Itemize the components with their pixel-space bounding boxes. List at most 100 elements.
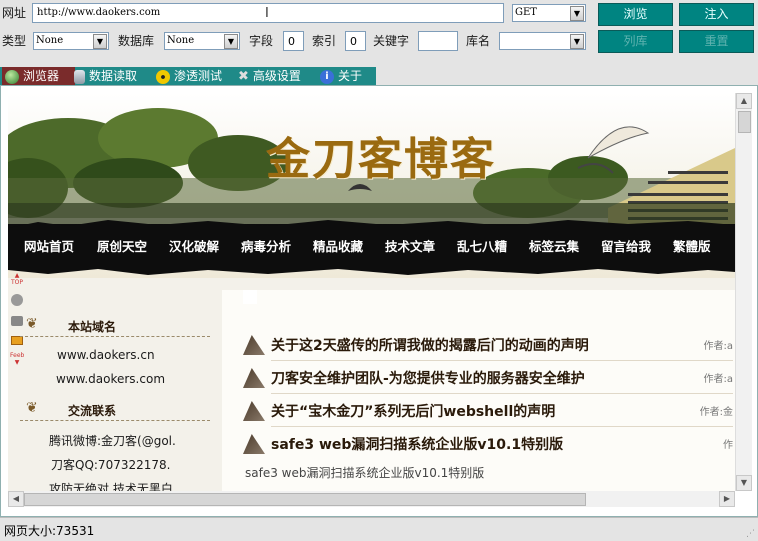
nav-home[interactable]: 网站首页 — [24, 236, 74, 255]
post-icon — [243, 434, 265, 454]
nav-virus[interactable]: 病毒分析 — [241, 236, 291, 255]
contact-title: 交流联系 — [68, 404, 117, 418]
domain-link-cn[interactable]: www.daokers.cn — [57, 348, 155, 362]
radiation-icon — [156, 69, 170, 84]
contact-weibo: 腾讯微博:金刀客(@gol. — [49, 434, 176, 448]
nav-original[interactable]: 原创天空 — [97, 236, 147, 255]
site-logo: 金刀客博客 — [266, 134, 496, 185]
contact-qq: 刀客QQ:707322178. — [51, 458, 171, 472]
index-label: 索引 — [312, 34, 337, 48]
lock-icon[interactable] — [11, 316, 23, 326]
post-title[interactable]: 关于“宝木金刀”系列无后门webshell的声明 — [271, 401, 555, 421]
tab-advanced[interactable]: ✖ 高级设置 — [238, 67, 301, 85]
chevron-down-icon: ▼ — [570, 6, 584, 21]
post-author: 作者:a — [703, 341, 734, 352]
tab-browser[interactable]: 浏览器 — [2, 67, 75, 85]
tab-bar: 浏览器 数据读取 渗透测试 ✖ 高级设置 i 关于 — [0, 67, 376, 85]
post-title[interactable]: 关于这2天盛传的所谓我做的揭露后门的动画的声明 — [271, 335, 589, 355]
keyword-input[interactable] — [418, 31, 458, 51]
horizontal-scrollbar[interactable]: ◀ ▶ — [8, 491, 735, 507]
tab-pentest[interactable]: 渗透测试 — [156, 67, 222, 85]
reset-button[interactable]: 重置 — [679, 30, 754, 53]
post-author: 作 — [723, 440, 733, 451]
tools-icon: ✖ — [238, 68, 249, 84]
field-input[interactable]: 0 — [283, 31, 304, 51]
db-select-value: None — [167, 35, 195, 46]
globe-icon — [5, 69, 19, 84]
post-item[interactable]: 关于“宝木金刀”系列无后门webshell的声明 作者:金 — [243, 399, 733, 427]
url-input-value: http://www.daokers.com — [37, 7, 161, 18]
nav-crack[interactable]: 汉化破解 — [169, 236, 219, 255]
chevron-down-icon: ▼ — [93, 34, 107, 49]
method-select-value: GET — [515, 7, 537, 18]
list-db-button[interactable]: 列库 — [598, 30, 673, 53]
url-input[interactable]: http://www.daokers.com I — [32, 3, 504, 23]
dbname-label: 库名 — [466, 34, 491, 48]
type-select[interactable]: None ▼ — [33, 32, 109, 50]
nav-misc[interactable]: 乱七八糟 — [457, 236, 507, 255]
ornament-icon: ❦ — [26, 316, 38, 332]
chevron-down-icon: ▼ — [224, 34, 238, 49]
divider — [271, 393, 733, 394]
tab-label: 渗透测试 — [174, 69, 223, 83]
scroll-down-icon[interactable]: ▼ — [736, 475, 752, 491]
divider — [271, 360, 733, 361]
post-item[interactable]: 刀客安全维护团队-为您提供专业的服务器安全维护 作者:a — [243, 366, 734, 394]
post-excerpt: safe3 web漏洞扫描系统企业版v10.1特别版 — [245, 466, 485, 480]
post-author: 作者:a — [703, 374, 734, 385]
url-label: 网址 — [2, 6, 27, 20]
feed-icon[interactable]: Feeb ▼ — [10, 352, 24, 366]
db-select[interactable]: None ▼ — [164, 32, 240, 50]
post-author: 作者:金 — [699, 407, 733, 418]
nav-traditional[interactable]: 繁體版 — [673, 236, 711, 255]
dbname-select[interactable]: ▼ — [499, 32, 586, 50]
ornament-icon: ❦ — [26, 400, 38, 416]
type-label: 类型 — [2, 34, 27, 48]
divider — [271, 426, 733, 427]
tab-label: 高级设置 — [252, 69, 301, 83]
keyword-label: 关键字 — [373, 34, 410, 48]
site-nav: 网站首页 原创天空 汉化破解 病毒分析 精品收藏 技术文章 乱七八糟 标签云集 … — [8, 220, 735, 275]
nav-tech[interactable]: 技术文章 — [385, 236, 435, 255]
browse-button[interactable]: 浏览 — [598, 3, 673, 26]
tab-data-read[interactable]: 数据读取 — [74, 67, 137, 85]
mail-icon[interactable] — [11, 336, 23, 345]
tab-label: 关于 — [338, 69, 363, 83]
resize-grip-icon[interactable]: ⋰ — [746, 529, 755, 539]
tab-about[interactable]: i 关于 — [320, 67, 362, 85]
vertical-scrollbar[interactable]: ▲ ▼ — [735, 93, 752, 491]
text-cursor-icon: I — [265, 6, 269, 21]
torn-edge-top — [8, 220, 735, 228]
nav-tags[interactable]: 标签云集 — [529, 236, 579, 255]
divider — [20, 420, 210, 421]
scroll-thumb[interactable] — [738, 111, 751, 133]
page-size-status: 网页大小:73531 — [4, 524, 95, 538]
scroll-left-icon[interactable]: ◀ — [8, 491, 24, 507]
post-title[interactable]: 刀客安全维护团队-为您提供专业的服务器安全维护 — [271, 368, 585, 388]
inject-button[interactable]: 注入 — [679, 3, 754, 26]
scroll-right-icon[interactable]: ▶ — [719, 491, 735, 507]
domain-link-com[interactable]: www.daokers.com — [56, 372, 165, 386]
post-icon — [243, 335, 265, 355]
user-icon[interactable] — [11, 294, 23, 306]
placeholder-box — [243, 290, 257, 304]
posts-panel — [222, 290, 735, 491]
torn-edge-bottom — [8, 266, 735, 275]
scroll-thumb[interactable] — [24, 493, 586, 506]
divider — [20, 336, 210, 337]
field-label: 字段 — [249, 34, 274, 48]
method-select[interactable]: GET ▼ — [512, 4, 586, 22]
back-to-top-icon[interactable]: ▲ TOP — [10, 272, 24, 286]
index-input[interactable]: 0 — [345, 31, 366, 51]
info-icon: i — [320, 69, 334, 84]
scroll-up-icon[interactable]: ▲ — [736, 93, 752, 109]
database-icon — [74, 69, 85, 84]
status-bar: 网页大小:73531 ⋰ — [0, 517, 758, 541]
float-toolbar: ▲ TOP Feeb ▼ — [9, 272, 25, 370]
post-item[interactable]: 关于这2天盛传的所谓我做的揭露后门的动画的声明 作者:a — [243, 333, 734, 361]
post-item[interactable]: safe3 web漏洞扫描系统企业版v10.1特别版 作 — [243, 432, 733, 454]
post-title[interactable]: safe3 web漏洞扫描系统企业版v10.1特别版 — [271, 434, 563, 454]
nav-guestbook[interactable]: 留言给我 — [601, 236, 651, 255]
nav-collection[interactable]: 精品收藏 — [313, 236, 363, 255]
tab-label: 浏览器 — [23, 69, 60, 83]
